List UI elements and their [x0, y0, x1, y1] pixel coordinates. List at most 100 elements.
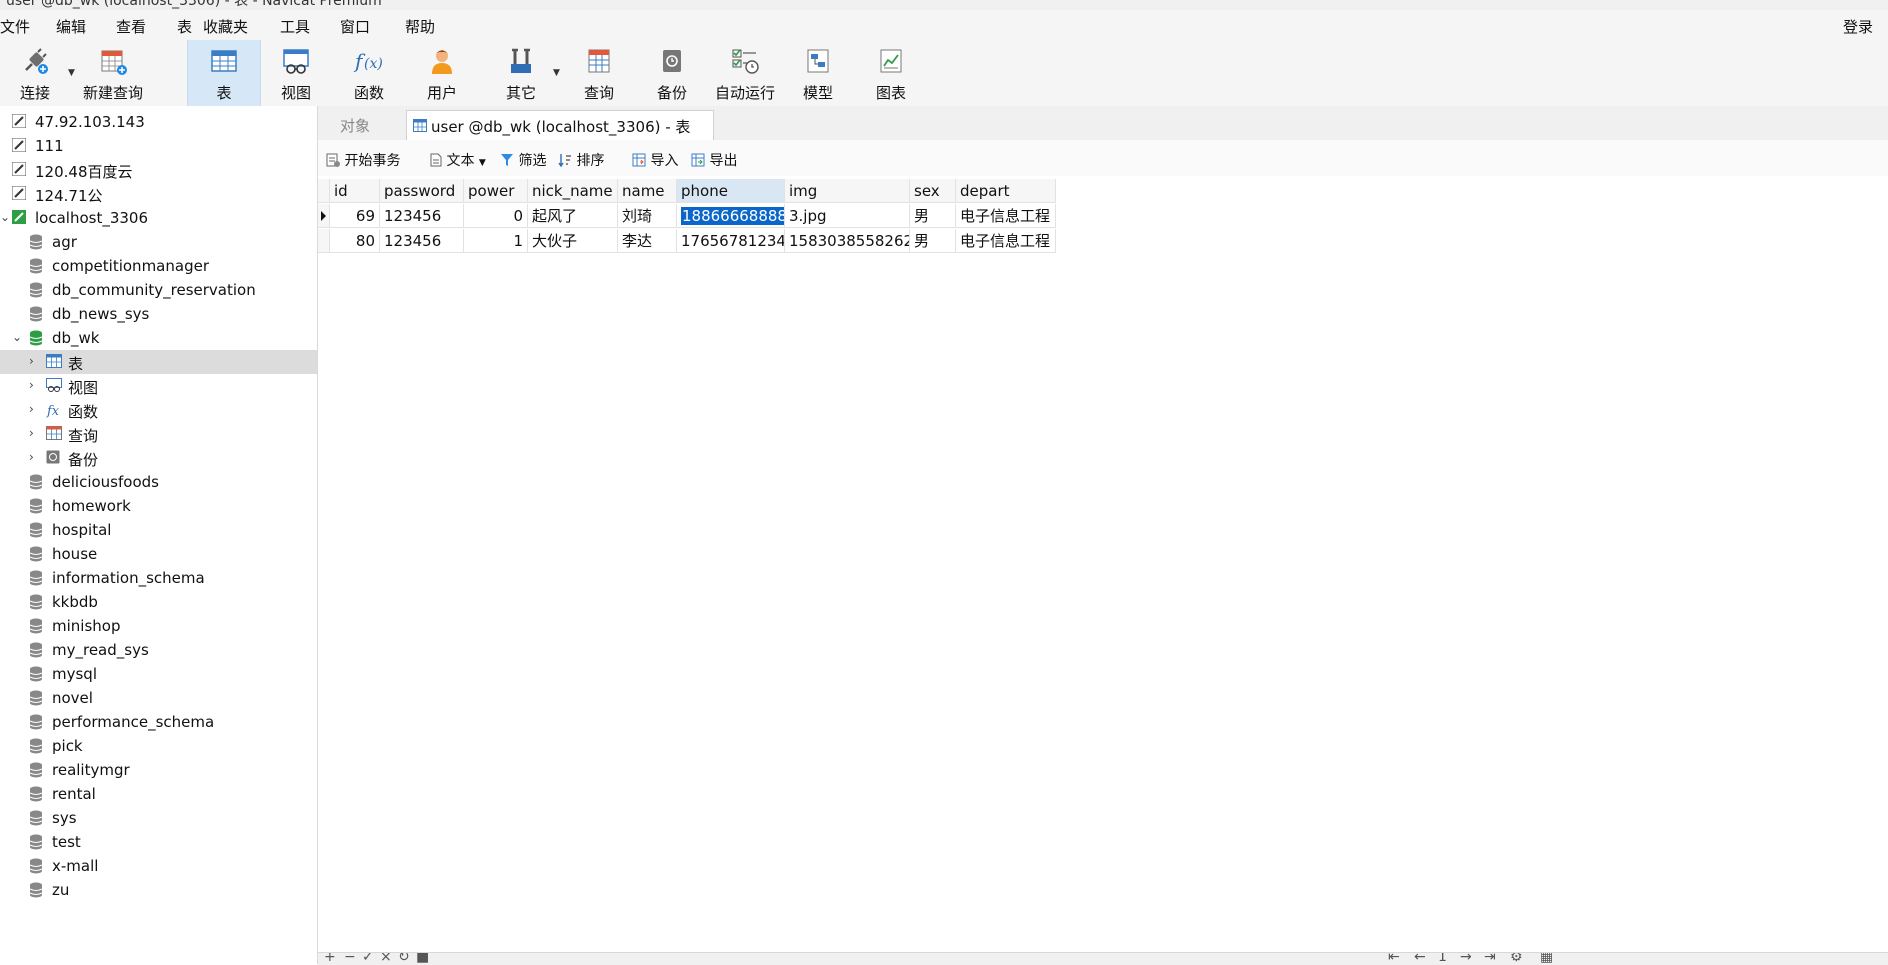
chevron-down-icon[interactable]: ⌄ [0, 210, 10, 224]
chart-button[interactable]: 图表 [867, 40, 915, 106]
menu-tools[interactable]: 工具 [280, 16, 310, 37]
tree-db-deliciousfoods[interactable]: deliciousfoods [0, 470, 317, 494]
menu-help[interactable]: 帮助 [405, 16, 435, 37]
tree-db-wk[interactable]: ⌄ db_wk [0, 326, 317, 350]
tree-db-performance-schema[interactable]: performance_schema [0, 710, 317, 734]
menu-edit[interactable]: 编辑 [56, 16, 86, 37]
filter-button[interactable]: 筛选 [500, 150, 546, 170]
chevron-right-icon[interactable]: › [29, 402, 34, 416]
tree-db-sys[interactable]: sys [0, 806, 317, 830]
other-dropdown-icon[interactable]: ▼ [553, 68, 560, 78]
function-button[interactable]: f (x) 函数 [345, 40, 393, 106]
apply-changes-icon[interactable]: ✓ [362, 953, 374, 965]
text-view-button[interactable]: 文本 ▼ [430, 150, 486, 170]
tree-db-realitymgr[interactable]: realitymgr [0, 758, 317, 782]
column-header-nick-name[interactable]: nick_name [528, 179, 618, 203]
stop-icon[interactable]: ■ [416, 953, 429, 965]
menu-window[interactable]: 窗口 [340, 16, 370, 37]
last-page-icon[interactable]: ⇥ [1484, 953, 1496, 965]
tree-db-news-sys[interactable]: db_news_sys [0, 302, 317, 326]
tree-db-mysql[interactable]: mysql [0, 662, 317, 686]
backup-button[interactable]: 备份 [648, 40, 696, 106]
column-header-power[interactable]: power [464, 179, 528, 203]
column-header-depart[interactable]: depart [956, 179, 1056, 203]
tree-db-hospital[interactable]: hospital [0, 518, 317, 542]
page-number[interactable]: 1 [1438, 953, 1447, 965]
column-header-sex[interactable]: sex [910, 179, 956, 203]
tab-user-table[interactable]: user @db_wk (localhost_3306) - 表 [406, 110, 714, 141]
column-header-phone[interactable]: phone [677, 179, 785, 203]
login-button[interactable]: 登录 [1843, 16, 1873, 37]
tree-db-novel[interactable]: novel [0, 686, 317, 710]
tree-db-pick[interactable]: pick [0, 734, 317, 758]
begin-transaction-button[interactable]: 开始事务 [326, 150, 400, 170]
tree-db-homework[interactable]: homework [0, 494, 317, 518]
tree-tables[interactable]: › 表 [0, 350, 317, 374]
cell-power[interactable]: 1 [464, 229, 528, 253]
selected-cell-value[interactable]: 18866668888 [681, 207, 784, 225]
cell-phone-selected[interactable]: 18866668888 [677, 204, 785, 228]
tree-db-house[interactable]: house [0, 542, 317, 566]
cell-nick-name[interactable]: 起风了 [528, 204, 618, 228]
tree-connection-124-71[interactable]: 124.71公 [0, 182, 317, 206]
next-page-icon[interactable]: → [1460, 953, 1472, 965]
grid-view-icon[interactable]: ▦ [1540, 953, 1553, 965]
menu-table[interactable]: 表 [177, 16, 192, 37]
tree-db-competitionmanager[interactable]: competitionmanager [0, 254, 317, 278]
auto-run-button[interactable]: 自动运行 [712, 40, 778, 106]
export-button[interactable]: 导出 [691, 150, 737, 170]
new-query-button[interactable]: 新建查询 [80, 40, 146, 106]
cell-name[interactable]: 刘琦 [618, 204, 677, 228]
column-header-img[interactable]: img [785, 179, 910, 203]
cell-password[interactable]: 123456 [380, 204, 464, 228]
chevron-right-icon[interactable]: › [29, 354, 34, 368]
cell-id[interactable]: 69 [330, 204, 380, 228]
tree-db-test[interactable]: test [0, 830, 317, 854]
tree-db-zu[interactable]: zu [0, 878, 317, 902]
cell-nick-name[interactable]: 大伙子 [528, 229, 618, 253]
cell-depart[interactable]: 电子信息工程 [956, 204, 1056, 228]
tree-connection-111[interactable]: 111 [0, 134, 317, 158]
cell-power[interactable]: 0 [464, 204, 528, 228]
cell-img[interactable]: 1583038558262752- [785, 229, 910, 253]
tree-db-agr[interactable]: agr [0, 230, 317, 254]
connect-button[interactable]: 连接 [12, 40, 58, 106]
menu-file[interactable]: 文件 [0, 16, 30, 37]
refresh-icon[interactable]: ↻ [398, 953, 410, 965]
tree-connection-47-92[interactable]: 47.92.103.143 [0, 110, 317, 134]
tree-db-kkbdb[interactable]: kkbdb [0, 590, 317, 614]
discard-changes-icon[interactable]: × [380, 953, 392, 965]
tree-db-minishop[interactable]: minishop [0, 614, 317, 638]
previous-page-icon[interactable]: ← [1414, 953, 1426, 965]
tree-db-my-read-sys[interactable]: my_read_sys [0, 638, 317, 662]
column-header-name[interactable]: name [618, 179, 677, 203]
tree-views[interactable]: › 视图 [0, 374, 317, 398]
column-header-id[interactable]: id [330, 179, 380, 203]
chevron-right-icon[interactable]: › [29, 426, 34, 440]
chevron-down-icon[interactable]: ⌄ [12, 330, 22, 344]
tree-backups[interactable]: › 备份 [0, 446, 317, 470]
model-button[interactable]: 模型 [794, 40, 842, 106]
menu-view[interactable]: 查看 [116, 16, 146, 37]
cell-phone[interactable]: 17656781234 [677, 229, 785, 253]
tree-functions[interactable]: › fx 函数 [0, 398, 317, 422]
other-button[interactable]: 其它 [497, 40, 545, 106]
cell-depart[interactable]: 电子信息工程 [956, 229, 1056, 253]
cell-sex[interactable]: 男 [910, 204, 956, 228]
connect-dropdown-icon[interactable]: ▼ [68, 68, 75, 78]
tab-objects[interactable]: 对象 [328, 110, 398, 140]
tree-db-community-reservation[interactable]: db_community_reservation [0, 278, 317, 302]
table-button[interactable]: 表 [187, 40, 261, 106]
row-indicator[interactable] [318, 229, 330, 253]
chevron-right-icon[interactable]: › [29, 378, 34, 392]
row-indicator[interactable] [318, 204, 330, 228]
cell-password[interactable]: 123456 [380, 229, 464, 253]
first-page-icon[interactable]: ⇤ [1388, 953, 1400, 965]
cell-sex[interactable]: 男 [910, 229, 956, 253]
chevron-right-icon[interactable]: › [29, 450, 34, 464]
cell-id[interactable]: 80 [330, 229, 380, 253]
query-button[interactable]: 查询 [575, 40, 623, 106]
tree-db-rental[interactable]: rental [0, 782, 317, 806]
tree-connection-120-48[interactable]: 120.48百度云 [0, 158, 317, 182]
import-button[interactable]: 导入 [632, 150, 678, 170]
